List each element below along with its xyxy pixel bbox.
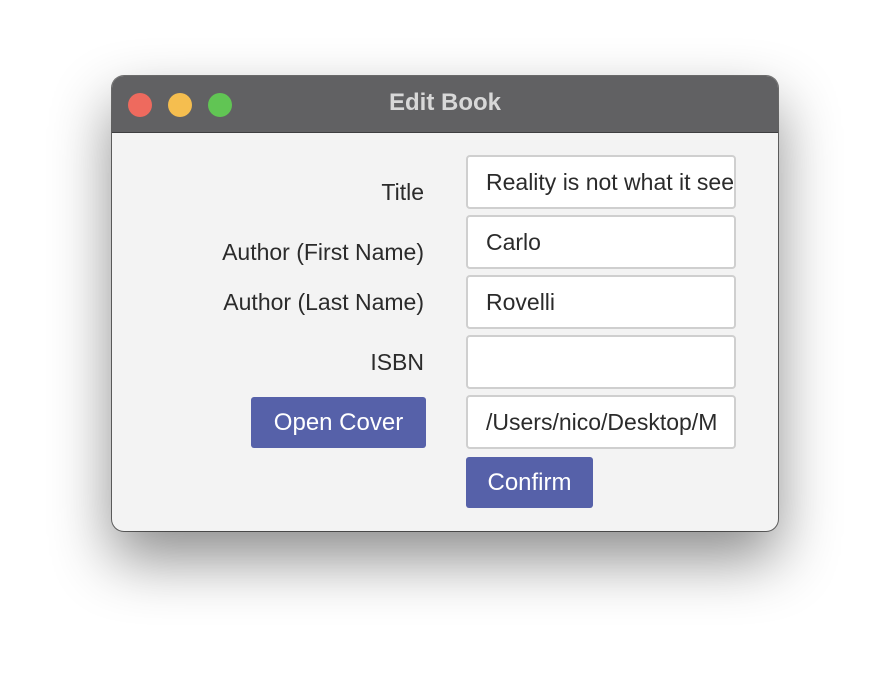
title-input[interactable] xyxy=(466,155,736,209)
author-last-name-input[interactable] xyxy=(466,275,736,329)
edit-book-window: Edit Book Title Author (First Name) Auth… xyxy=(112,76,778,531)
isbn-label: ISBN xyxy=(370,349,424,375)
window-title: Edit Book xyxy=(389,89,501,116)
author-last-name-label: Author (Last Name) xyxy=(223,289,424,315)
open-cover-button[interactable]: Open Cover xyxy=(251,397,426,448)
isbn-input[interactable] xyxy=(466,335,736,389)
author-first-name-input[interactable] xyxy=(466,215,736,269)
title-label: Title xyxy=(381,179,424,205)
confirm-button[interactable]: Confirm xyxy=(466,457,593,508)
window-titlebar[interactable]: Edit Book xyxy=(112,76,778,133)
author-first-name-label: Author (First Name) xyxy=(222,239,424,265)
cover-path-input[interactable] xyxy=(466,395,736,449)
